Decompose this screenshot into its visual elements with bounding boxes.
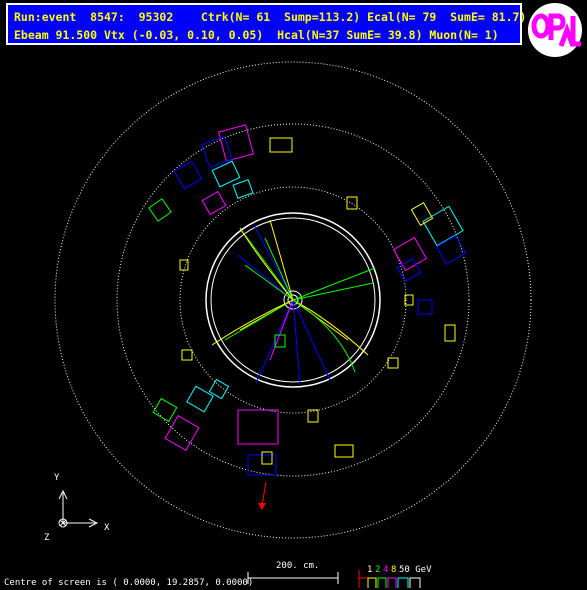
track <box>224 299 294 341</box>
axis-label-y: Y <box>54 473 60 483</box>
ecal-block <box>346 196 358 210</box>
track <box>244 234 294 301</box>
axis-gizmo <box>58 489 99 528</box>
energy-tick-50gev: 50 GeV <box>399 565 432 575</box>
hcal-block <box>435 235 467 265</box>
energy-legend-box <box>387 577 397 588</box>
ecal-block <box>232 179 254 199</box>
hcal-block <box>261 451 273 465</box>
ecal-block <box>217 124 255 162</box>
energy-tick-4: 4 <box>383 565 388 575</box>
energy-tick-1: 1 <box>367 565 372 575</box>
energy-legend-box <box>397 577 409 588</box>
ecal-block <box>152 397 178 423</box>
ecal-block <box>444 324 456 342</box>
energy-legend-box <box>409 577 421 588</box>
opal-logo <box>528 3 582 57</box>
track <box>264 237 294 301</box>
axis-label-z: Z <box>44 533 50 543</box>
track <box>269 219 294 301</box>
calorimeter-cluster-lower <box>152 334 354 476</box>
energy-tick-8: 8 <box>391 565 396 575</box>
ecal-block <box>201 190 227 216</box>
event-info-header: Run:event 8547: 95302 Ctrk(N= 61 Sump=11… <box>6 3 526 45</box>
hcal-block <box>417 299 433 315</box>
centre-of-screen-label: Centre of screen is ( 0.0000, 19.2857, 0… <box>4 578 253 588</box>
event-display-window: Y X Z 200. cm. 1 2 4 8 50 GeV Centre of … <box>0 0 587 590</box>
ecal-block <box>307 409 319 423</box>
scale-bar-label: 200. cm. <box>276 561 319 571</box>
event-info-line-1: Run:event 8547: 95302 Ctrk(N= 61 Sump=11… <box>14 10 527 24</box>
track <box>292 267 376 301</box>
hcal-block <box>269 137 293 153</box>
muon-track <box>261 481 267 506</box>
track <box>237 254 294 301</box>
event-info-line-2: Ebeam 91.500 Vtx (-0.03, 0.10, 0.05) Hca… <box>14 28 499 42</box>
hcal-block <box>173 160 203 190</box>
track <box>253 224 294 301</box>
ecal-block <box>392 236 428 272</box>
calorimeter-cluster-right <box>387 202 467 369</box>
detector-view: Y X Z 200. cm. 1 2 4 8 50 GeV Centre of … <box>4 61 532 588</box>
ecal-block <box>186 385 214 413</box>
axis-label-x: X <box>104 523 110 533</box>
track <box>292 282 374 301</box>
hcal-block <box>334 444 354 458</box>
muon-arrowhead <box>258 503 266 510</box>
energy-legend-box <box>367 577 377 588</box>
energy-legend-box <box>377 577 387 588</box>
ecal-block <box>181 349 193 361</box>
energy-tick-2: 2 <box>375 565 380 575</box>
ecal-block <box>237 409 279 445</box>
ecal-block <box>410 202 434 226</box>
scale-bar <box>247 572 339 584</box>
ecal-block <box>148 198 172 222</box>
ecal-block <box>387 357 399 369</box>
